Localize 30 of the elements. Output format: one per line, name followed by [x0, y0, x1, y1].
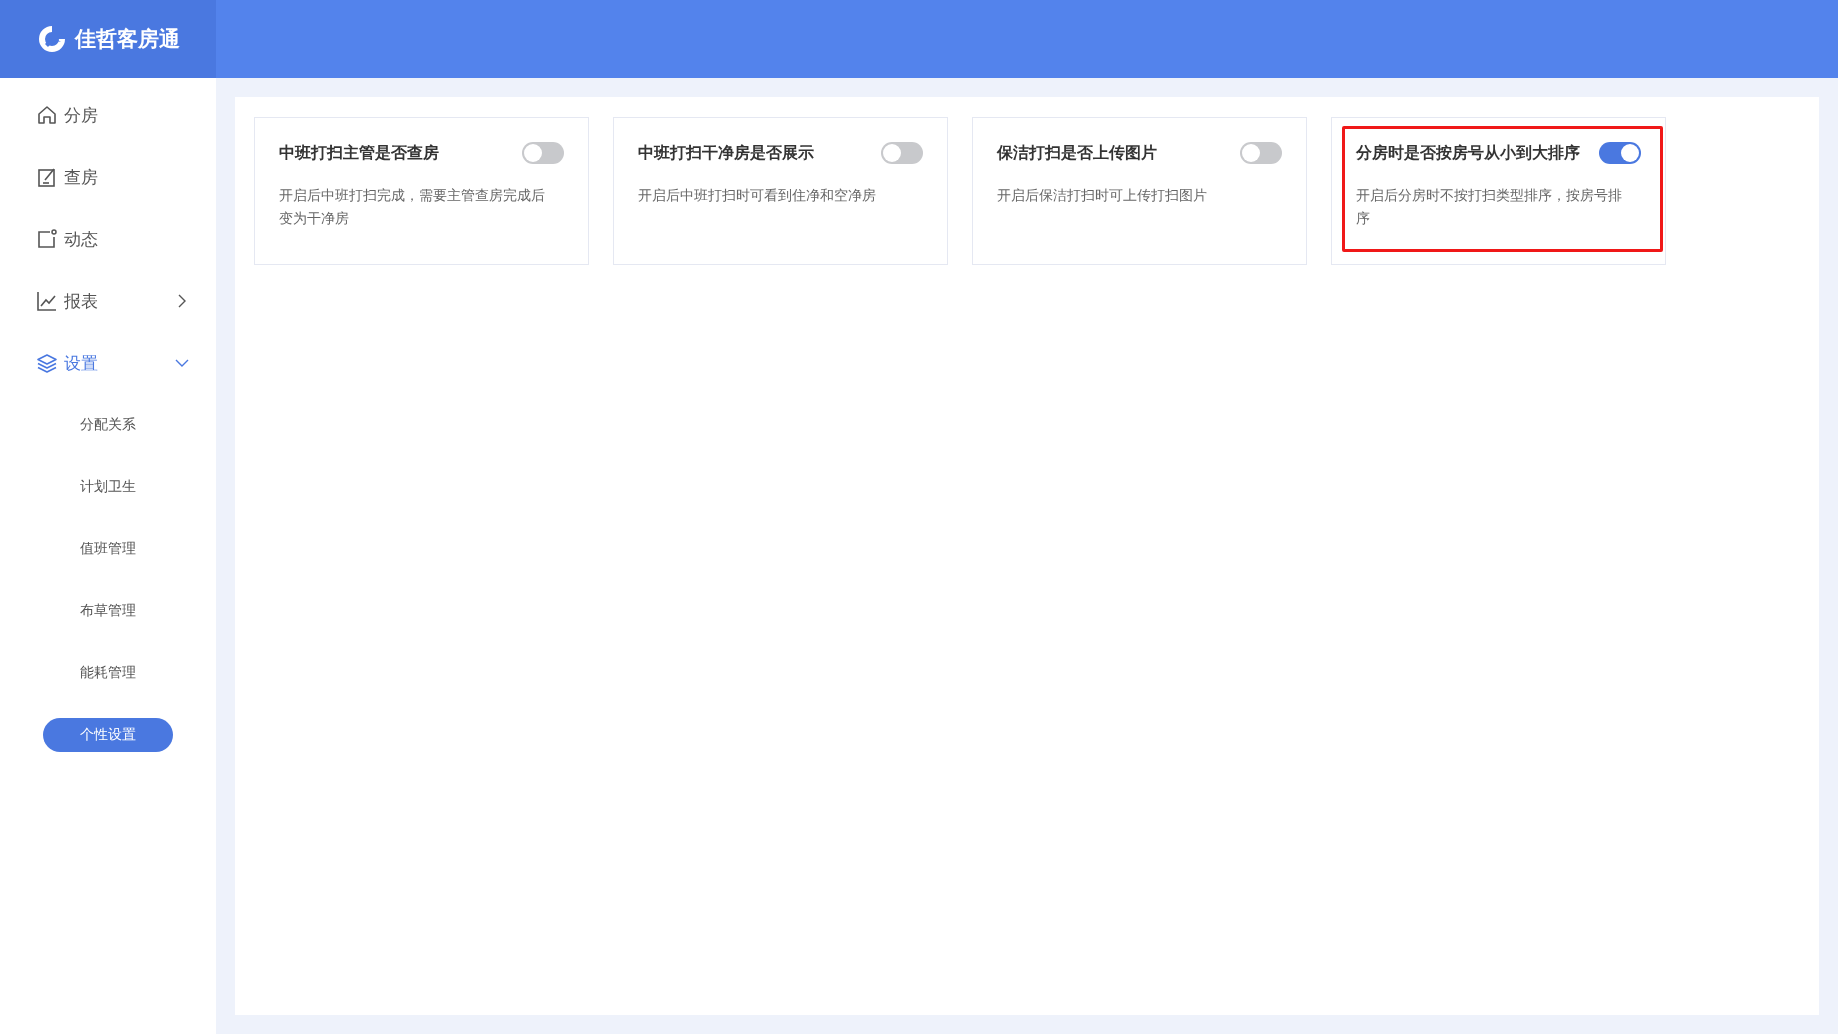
toggle-switch[interactable] [522, 142, 564, 164]
toggle-switch[interactable] [881, 142, 923, 164]
sidebar-item[interactable]: 设置 [0, 332, 216, 394]
setting-description: 开启后中班打扫时可看到住净和空净房 [638, 186, 877, 205]
note-icon [36, 228, 58, 250]
sidebar-item[interactable]: 查房 [0, 146, 216, 208]
chart-icon [36, 290, 58, 312]
setting-title: 中班打扫主管是否查房 [279, 142, 439, 164]
submenu-item[interactable]: 个性设置 [43, 718, 173, 752]
submenu-item[interactable]: 分配关系 [68, 408, 148, 442]
submenu-item[interactable]: 计划卫生 [68, 470, 148, 504]
logo-icon [36, 24, 67, 54]
sidebar-item[interactable]: 报表 [0, 270, 216, 332]
toggle-switch[interactable] [1240, 142, 1282, 164]
submenu-item[interactable]: 布草管理 [68, 594, 148, 628]
sidebar-item[interactable]: 分房 [0, 84, 216, 146]
submenu-item[interactable]: 值班管理 [68, 532, 148, 566]
layers-icon [36, 352, 58, 374]
setting-title: 保洁打扫是否上传图片 [997, 142, 1157, 164]
app-name: 佳哲客房通 [74, 26, 180, 53]
edit-icon [36, 166, 58, 188]
home-icon [36, 104, 58, 126]
submenu-item[interactable]: 能耗管理 [68, 656, 148, 690]
setting-description: 开启后中班打扫完成，需要主管查房完成后变为干净房 [279, 186, 546, 228]
toggle-switch[interactable] [1599, 142, 1641, 164]
setting-title: 分房时是否按房号从小到大排序 [1356, 142, 1580, 164]
setting-description: 开启后分房时不按打扫类型排序，按房号排序 [1356, 186, 1623, 228]
setting-description: 开启后保洁打扫时可上传打扫图片 [997, 186, 1208, 205]
setting-title: 中班打扫干净房是否展示 [638, 142, 814, 164]
sidebar-item[interactable]: 动态 [0, 208, 216, 270]
